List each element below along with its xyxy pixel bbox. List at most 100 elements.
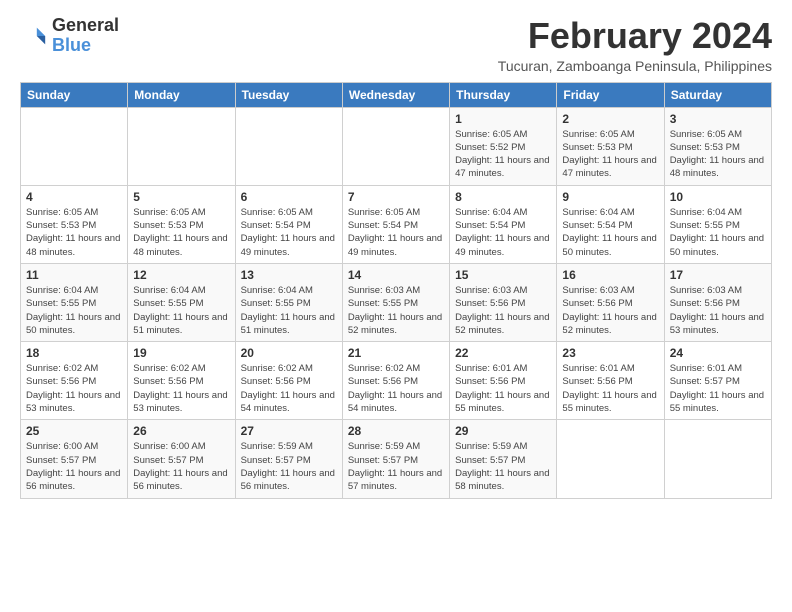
calendar-cell bbox=[21, 107, 128, 185]
calendar-week-1: 1 Sunrise: 6:05 AMSunset: 5:52 PMDaylight… bbox=[21, 107, 772, 185]
day-number: 13 bbox=[241, 268, 337, 282]
day-detail: Sunrise: 6:02 AMSunset: 5:56 PMDaylight:… bbox=[133, 362, 229, 415]
calendar-cell: 11 Sunrise: 6:04 AMSunset: 5:55 PMDayligh… bbox=[21, 263, 128, 341]
day-detail: Sunrise: 6:05 AMSunset: 5:52 PMDaylight:… bbox=[455, 128, 551, 181]
day-detail: Sunrise: 6:05 AMSunset: 5:53 PMDaylight:… bbox=[133, 206, 229, 259]
calendar-cell bbox=[342, 107, 449, 185]
calendar-cell: 19Sunrise: 6:02 AMSunset: 5:56 PMDayligh… bbox=[128, 342, 235, 420]
calendar-body: 1 Sunrise: 6:05 AMSunset: 5:52 PMDaylight… bbox=[21, 107, 772, 498]
day-number: 11 bbox=[26, 268, 122, 282]
calendar-cell: 10 Sunrise: 6:04 AMSunset: 5:55 PMDayligh… bbox=[664, 185, 771, 263]
day-detail: Sunrise: 6:05 AMSunset: 5:53 PMDaylight:… bbox=[26, 206, 122, 259]
day-detail: Sunrise: 5:59 AMSunset: 5:57 PMDaylight:… bbox=[241, 440, 337, 493]
day-number: 20 bbox=[241, 346, 337, 360]
day-number: 23 bbox=[562, 346, 658, 360]
calendar-cell: 8 Sunrise: 6:04 AMSunset: 5:54 PMDaylight… bbox=[450, 185, 557, 263]
calendar-week-2: 4 Sunrise: 6:05 AMSunset: 5:53 PMDaylight… bbox=[21, 185, 772, 263]
day-detail: Sunrise: 6:04 AMSunset: 5:55 PMDaylight:… bbox=[26, 284, 122, 337]
day-detail: Sunrise: 6:02 AMSunset: 5:56 PMDaylight:… bbox=[241, 362, 337, 415]
day-detail: Sunrise: 6:00 AMSunset: 5:57 PMDaylight:… bbox=[133, 440, 229, 493]
calendar-cell: 21 Sunrise: 6:02 AMSunset: 5:56 PMDayligh… bbox=[342, 342, 449, 420]
calendar-cell: 6 Sunrise: 6:05 AMSunset: 5:54 PMDaylight… bbox=[235, 185, 342, 263]
calendar-cell: 1 Sunrise: 6:05 AMSunset: 5:52 PMDaylight… bbox=[450, 107, 557, 185]
day-detail: Sunrise: 6:03 AMSunset: 5:56 PMDaylight:… bbox=[562, 284, 658, 337]
day-number: 17 bbox=[670, 268, 766, 282]
header: General Blue February 2024 Tucuran, Zamb… bbox=[20, 16, 772, 74]
day-number: 26 bbox=[133, 424, 229, 438]
logo-icon bbox=[20, 22, 48, 50]
day-number: 9 bbox=[562, 190, 658, 204]
calendar-table: SundayMondayTuesdayWednesdayThursdayFrid… bbox=[20, 82, 772, 499]
day-detail: Sunrise: 6:05 AMSunset: 5:53 PMDaylight:… bbox=[562, 128, 658, 181]
calendar-cell: 14 Sunrise: 6:03 AMSunset: 5:55 PMDayligh… bbox=[342, 263, 449, 341]
logo: General Blue bbox=[20, 16, 119, 56]
calendar-cell: 9 Sunrise: 6:04 AMSunset: 5:54 PMDaylight… bbox=[557, 185, 664, 263]
day-detail: Sunrise: 6:01 AMSunset: 5:57 PMDaylight:… bbox=[670, 362, 766, 415]
day-number: 21 bbox=[348, 346, 444, 360]
day-number: 4 bbox=[26, 190, 122, 204]
day-number: 28 bbox=[348, 424, 444, 438]
calendar-cell bbox=[235, 107, 342, 185]
day-number: 5 bbox=[133, 190, 229, 204]
day-number: 6 bbox=[241, 190, 337, 204]
calendar-cell: 2Sunrise: 6:05 AMSunset: 5:53 PMDaylight… bbox=[557, 107, 664, 185]
day-detail: Sunrise: 6:04 AMSunset: 5:55 PMDaylight:… bbox=[670, 206, 766, 259]
day-number: 25 bbox=[26, 424, 122, 438]
calendar-cell: 18Sunrise: 6:02 AMSunset: 5:56 PMDayligh… bbox=[21, 342, 128, 420]
calendar-cell: 25 Sunrise: 6:00 AMSunset: 5:57 PMDayligh… bbox=[21, 420, 128, 498]
day-number: 18 bbox=[26, 346, 122, 360]
calendar-cell: 23 Sunrise: 6:01 AMSunset: 5:56 PMDayligh… bbox=[557, 342, 664, 420]
day-detail: Sunrise: 6:04 AMSunset: 5:54 PMDaylight:… bbox=[562, 206, 658, 259]
day-detail: Sunrise: 6:00 AMSunset: 5:57 PMDaylight:… bbox=[26, 440, 122, 493]
subtitle: Tucuran, Zamboanga Peninsula, Philippine… bbox=[498, 58, 772, 74]
day-number: 8 bbox=[455, 190, 551, 204]
calendar-cell bbox=[557, 420, 664, 498]
logo-text: General Blue bbox=[52, 16, 119, 56]
column-header-saturday: Saturday bbox=[664, 82, 771, 107]
day-detail: Sunrise: 6:04 AMSunset: 5:55 PMDaylight:… bbox=[133, 284, 229, 337]
day-number: 24 bbox=[670, 346, 766, 360]
calendar-cell: 13Sunrise: 6:04 AMSunset: 5:55 PMDayligh… bbox=[235, 263, 342, 341]
day-number: 29 bbox=[455, 424, 551, 438]
column-header-monday: Monday bbox=[128, 82, 235, 107]
calendar-cell: 7Sunrise: 6:05 AMSunset: 5:54 PMDaylight… bbox=[342, 185, 449, 263]
day-number: 22 bbox=[455, 346, 551, 360]
month-title: February 2024 bbox=[498, 16, 772, 56]
column-header-sunday: Sunday bbox=[21, 82, 128, 107]
column-header-friday: Friday bbox=[557, 82, 664, 107]
calendar-cell: 27 Sunrise: 5:59 AMSunset: 5:57 PMDayligh… bbox=[235, 420, 342, 498]
day-number: 10 bbox=[670, 190, 766, 204]
calendar-cell: 12Sunrise: 6:04 AMSunset: 5:55 PMDayligh… bbox=[128, 263, 235, 341]
day-number: 14 bbox=[348, 268, 444, 282]
day-number: 15 bbox=[455, 268, 551, 282]
calendar-cell: 15 Sunrise: 6:03 AMSunset: 5:56 PMDayligh… bbox=[450, 263, 557, 341]
day-detail: Sunrise: 6:05 AMSunset: 5:54 PMDaylight:… bbox=[241, 206, 337, 259]
calendar-cell: 24 Sunrise: 6:01 AMSunset: 5:57 PMDayligh… bbox=[664, 342, 771, 420]
calendar-cell: 20 Sunrise: 6:02 AMSunset: 5:56 PMDayligh… bbox=[235, 342, 342, 420]
calendar-cell: 17 Sunrise: 6:03 AMSunset: 5:56 PMDayligh… bbox=[664, 263, 771, 341]
calendar-cell: 16 Sunrise: 6:03 AMSunset: 5:56 PMDayligh… bbox=[557, 263, 664, 341]
column-header-thursday: Thursday bbox=[450, 82, 557, 107]
day-detail: Sunrise: 5:59 AMSunset: 5:57 PMDaylight:… bbox=[455, 440, 551, 493]
day-number: 27 bbox=[241, 424, 337, 438]
day-detail: Sunrise: 6:04 AMSunset: 5:54 PMDaylight:… bbox=[455, 206, 551, 259]
calendar-cell bbox=[128, 107, 235, 185]
day-detail: Sunrise: 6:01 AMSunset: 5:56 PMDaylight:… bbox=[455, 362, 551, 415]
day-detail: Sunrise: 6:03 AMSunset: 5:56 PMDaylight:… bbox=[455, 284, 551, 337]
day-detail: Sunrise: 6:05 AMSunset: 5:53 PMDaylight:… bbox=[670, 128, 766, 181]
title-area: February 2024 Tucuran, Zamboanga Peninsu… bbox=[498, 16, 772, 74]
day-number: 16 bbox=[562, 268, 658, 282]
calendar-week-4: 18 Sunrise: 6:02 AMSunset: 5:56 PMDayligh… bbox=[21, 342, 772, 420]
day-detail: Sunrise: 6:01 AMSunset: 5:56 PMDaylight:… bbox=[562, 362, 658, 415]
day-number: 1 bbox=[455, 112, 551, 126]
day-number: 7 bbox=[348, 190, 444, 204]
calendar-cell: 29 Sunrise: 5:59 AMSunset: 5:57 PMDayligh… bbox=[450, 420, 557, 498]
calendar-cell: 22 Sunrise: 6:01 AMSunset: 5:56 PMDayligh… bbox=[450, 342, 557, 420]
day-number: 3 bbox=[670, 112, 766, 126]
day-detail: Sunrise: 6:02 AMSunset: 5:56 PMDaylight:… bbox=[348, 362, 444, 415]
calendar-week-5: 25 Sunrise: 6:00 AMSunset: 5:57 PMDayligh… bbox=[21, 420, 772, 498]
day-detail: Sunrise: 6:03 AMSunset: 5:55 PMDaylight:… bbox=[348, 284, 444, 337]
day-detail: Sunrise: 5:59 AMSunset: 5:57 PMDaylight:… bbox=[348, 440, 444, 493]
day-detail: Sunrise: 6:03 AMSunset: 5:56 PMDaylight:… bbox=[670, 284, 766, 337]
calendar-cell: 3 Sunrise: 6:05 AMSunset: 5:53 PMDaylight… bbox=[664, 107, 771, 185]
